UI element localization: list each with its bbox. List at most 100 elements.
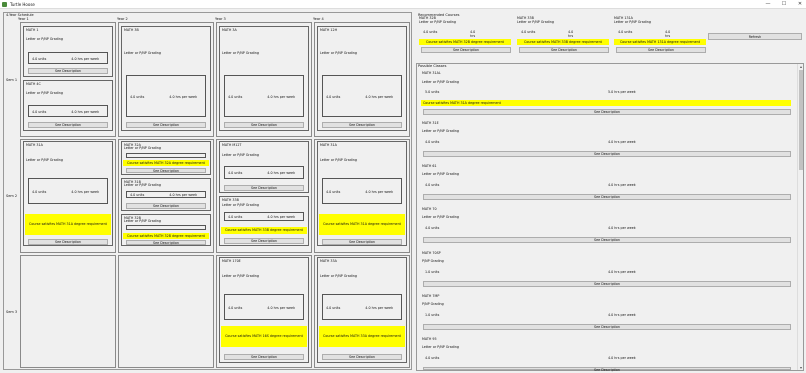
course-hours: 4.0 hrs per week [267,171,295,175]
course-card[interactable]: MATH 31A Letter or P/NP Grading 4.0 unit… [23,141,113,246]
year-header: Year 3 [215,17,226,21]
course-card[interactable]: MATH 12H Letter or P/NP Grading 4.0 unit… [317,26,407,131]
requirement-badge: Course satisfies MATH 31A degree require… [25,214,111,235]
units-box: 4.0 units 4.0 hrs per week [28,105,108,117]
course-card[interactable]: MATH 3B Letter or P/NP Grading 4.0 units… [121,26,211,131]
schedule-cell[interactable] [118,255,214,368]
units-box: 4.0 units 4.0 hrs per week [28,52,108,64]
course-grading: Letter or P/NP Grading [124,51,161,55]
see-description-button[interactable]: See Description [126,240,206,245]
course-name: MATH 7MP [422,294,440,298]
requirement-badge: Course satisfies MATH 33A degree require… [319,326,405,347]
minimize-button[interactable]: — [763,1,773,8]
scrollbar-thumb[interactable] [799,70,803,170]
see-description-button[interactable]: See Description [28,122,108,128]
course-card[interactable]: MATH 170E Letter or P/NP Grading 4.0 uni… [219,257,309,363]
window-title: Turtle Hoose [10,2,35,7]
course-card[interactable]: MATH 33B Letter or P/NP Grading 4.0 unit… [219,196,309,246]
course-card[interactable]: MATH 3A Letter or P/NP Grading 4.0 units… [219,26,309,131]
course-card[interactable]: MATH 32A Letter or P/NP Grading Course s… [121,141,211,175]
see-description-button[interactable]: See Description [423,281,791,287]
schedule-cell[interactable] [20,255,116,368]
course-name: MATH 12H [320,28,338,32]
see-description-button[interactable]: See Description [322,122,402,128]
course-card[interactable]: MATH 1 Letter or P/NP Grading 4.0 units … [23,26,113,77]
course-card[interactable]: MATH 31A Letter or P/NP Grading 4.0 unit… [317,141,407,246]
course-hours: 4.0 hrs per week [267,215,295,219]
course-card[interactable]: MATH 4C Letter or P/NP Grading 4.0 units… [23,80,113,131]
course-grading: Letter or P/NP Grading [222,153,259,157]
see-description-button[interactable]: See Description [616,47,706,53]
see-description-button[interactable]: See Description [126,168,206,173]
course-hours: 4.0 hrs per week [608,140,636,144]
see-description-button[interactable]: See Description [423,194,791,200]
course-card[interactable]: MATH 32B Letter or P/NP Grading Course s… [121,214,211,246]
course-hours: 4.0 hrs per week [267,95,295,99]
see-description-button[interactable]: See Description [126,122,206,128]
see-description-button[interactable]: See Description [322,354,402,360]
recommended-course[interactable]: MATH 33B Letter or P/NP Grading 4.0 unit… [517,16,609,53]
course-hours: 4.0 hrs per week [608,270,636,274]
see-description-button[interactable]: See Description [28,239,108,245]
course-units: 4.0 units [228,306,243,310]
see-description-button[interactable]: See Description [423,237,791,243]
course-grading: Letter or P/NP Grading [124,183,161,187]
scrollbar[interactable]: ▴ ▾ [797,64,803,370]
course-hours: 4.0 hrs per week [71,110,99,114]
see-description-button[interactable]: See Description [28,68,108,74]
course-grading: Letter or P/NP Grading [124,146,161,150]
course-units: 4.0 units [326,190,341,194]
course-card[interactable]: MATH 33A Letter or P/NP Grading 4.0 unit… [317,257,407,363]
see-description-button[interactable]: See Description [423,324,791,330]
course-hours: 4.0 hrs per week [365,190,393,194]
year-header: Year 2 [117,17,128,21]
course-grading: Letter or P/NP Grading [26,91,63,95]
scroll-down-icon[interactable]: ▾ [798,365,804,370]
see-description-button[interactable]: See Description [322,239,402,245]
course-name: MATH 33B [222,198,239,202]
requirement-badge: Course satisfies MATH 31A degree require… [421,100,791,106]
see-description-button[interactable]: See Description [423,367,791,372]
course-grading: Letter or P/NP Grading [320,51,357,55]
refresh-button[interactable]: Refresh [708,33,802,40]
course-units: 4.0 units [425,356,440,360]
see-description-button[interactable]: See Description [421,47,511,53]
course-units: 4.0 units [130,95,145,99]
course-grading: Letter or P/NP Grading [422,129,459,133]
maximize-button[interactable]: ☐ [779,1,789,8]
course-units: 4.0 units [32,57,47,61]
course-name: MATH 31A [26,143,43,147]
course-units: 4.0 units [521,30,536,34]
see-description-button[interactable]: See Description [224,354,304,360]
course-hours: 4.0 hrs per week [608,183,636,187]
see-description-button[interactable]: See Description [224,185,304,191]
recommended-course[interactable]: MATH 131A Letter or P/NP Grading 4.0 uni… [614,16,706,53]
see-description-button[interactable]: See Description [224,238,304,244]
scroll-up-icon[interactable]: ▴ [798,64,804,69]
recommended-course[interactable]: MATH 32B Letter or P/NP Grading 4.0 unit… [419,16,511,53]
see-description-button[interactable]: See Description [126,203,206,209]
course-card[interactable]: MATH 31B Letter or P/NP Grading 4.0 unit… [121,178,211,211]
course-hours: 4.0 hrs per week [169,95,197,99]
units-box: 4.0 units 4.0 hrs per week [126,75,206,117]
course-units: 4.0 units [228,171,243,175]
see-description-button[interactable]: See Description [423,151,791,157]
course-grading: Letter or P/NP Grading [222,51,259,55]
course-card[interactable]: MATH M12T Letter or P/NP Grading 4.0 uni… [219,141,309,193]
course-grading: Letter or P/NP Grading [222,274,259,278]
see-description-button[interactable]: See Description [423,109,791,115]
units-box [126,153,206,158]
units-box: 4.0 units 4.0 hrs per week [322,75,402,117]
requirement-badge: Course satisfies MATH 32B degree require… [123,233,209,239]
close-button[interactable]: ✕ [795,1,805,8]
course-hours: 4.0 hrs per week [608,226,636,230]
see-description-button[interactable]: See Description [224,122,304,128]
see-description-button[interactable]: See Description [519,47,609,53]
course-units: 5.0 units [425,90,440,94]
requirement-badge: Course satisfies MATH 131A degree requir… [614,39,706,45]
course-grading: Letter or P/NP Grading [422,215,459,219]
course-units: 1.0 units [425,313,440,317]
course-units: 4.0 units [618,30,633,34]
course-hours: 4.0 hrs per week [608,313,636,317]
course-name: MATH 31E [422,121,439,125]
